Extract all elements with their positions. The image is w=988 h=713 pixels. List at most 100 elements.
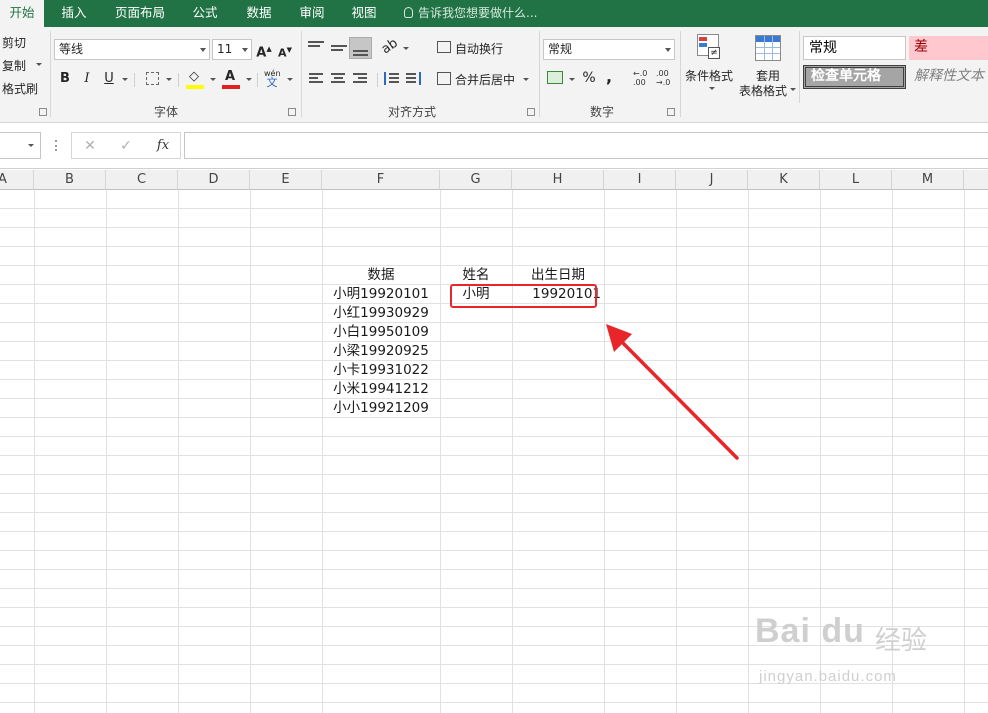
font-name-combo[interactable]: 等线 <box>54 39 210 60</box>
align-bottom-icon[interactable] <box>349 37 372 59</box>
decrease-indent-icon[interactable] <box>384 72 399 85</box>
number-format-combo[interactable]: 常规 <box>543 39 675 60</box>
decrease-decimal-button[interactable]: .00 →.0 <box>656 69 672 87</box>
align-center-icon[interactable] <box>331 73 345 83</box>
tell-me-search[interactable]: 告诉我您想要做什么... <box>404 0 537 27</box>
column-header-m[interactable]: M <box>892 170 964 190</box>
name-box[interactable] <box>0 132 41 159</box>
cell-f-value[interactable]: 小米19941212 <box>322 380 440 399</box>
cell-h-header[interactable]: 出生日期 <box>512 266 604 285</box>
style-normal[interactable]: 常规 <box>803 36 906 60</box>
style-bad[interactable]: 差 <box>909 36 988 60</box>
chevron-down-icon <box>665 48 671 52</box>
column-header-g[interactable]: G <box>440 170 512 190</box>
align-top-icon[interactable] <box>308 41 324 53</box>
bold-button[interactable]: B <box>58 69 72 89</box>
italic-button[interactable]: I <box>80 69 94 89</box>
style-check-cell[interactable]: 检查单元格 <box>803 65 906 89</box>
wrap-text-icon[interactable] <box>437 41 451 53</box>
conditional-formatting-button[interactable]: 条件格式 <box>685 67 733 84</box>
tab-view[interactable]: 视图 <box>342 0 386 27</box>
merge-center-icon[interactable] <box>437 72 451 85</box>
cell-f-value[interactable]: 小小19921209 <box>322 399 440 418</box>
alignment-launcher-icon[interactable] <box>527 108 535 116</box>
fill-color-icon[interactable]: ◇ <box>186 67 202 87</box>
underline-dropdown-icon[interactable] <box>122 78 128 81</box>
increase-font-icon[interactable]: A▲ <box>256 39 272 63</box>
number-launcher-icon[interactable] <box>667 108 675 116</box>
tab-formulas[interactable]: 公式 <box>182 0 228 27</box>
column-header-a[interactable]: A <box>0 170 34 190</box>
cell-f-value[interactable]: 小明19920101 <box>322 285 440 304</box>
gridline <box>0 208 988 209</box>
format-table-dropdown-icon[interactable] <box>790 88 796 91</box>
phonetic-dropdown-icon[interactable] <box>287 78 293 81</box>
font-color-icon[interactable]: A <box>222 67 238 87</box>
fill-dropdown-icon[interactable] <box>210 78 216 81</box>
cell-f-header[interactable]: 数据 <box>322 266 440 285</box>
underline-button[interactable]: U <box>102 69 116 89</box>
format-painter-button[interactable]: 格式刷 <box>2 80 38 97</box>
accounting-dropdown-icon[interactable] <box>569 78 575 81</box>
column-header-b[interactable]: B <box>34 170 106 190</box>
tab-insert[interactable]: 插入 <box>50 0 98 27</box>
align-middle-icon[interactable] <box>331 42 347 54</box>
decrease-font-icon[interactable]: A▼ <box>277 40 293 64</box>
cell-f-value[interactable]: 小白19950109 <box>322 323 440 342</box>
accounting-format-icon[interactable] <box>547 71 563 84</box>
font-launcher-icon[interactable] <box>288 108 296 116</box>
cell-f-value[interactable]: 小红19930929 <box>322 304 440 323</box>
column-header-h[interactable]: H <box>512 170 604 190</box>
merge-center-button[interactable]: 合并后居中 <box>455 71 515 88</box>
phonetic-guide-icon[interactable]: wén 文 <box>264 69 281 88</box>
cancel-icon[interactable]: ✕ <box>82 136 98 156</box>
cut-button[interactable]: 剪切 <box>2 34 26 51</box>
format-as-table-icon[interactable] <box>755 35 781 61</box>
column-header-e[interactable]: E <box>250 170 322 190</box>
column-header-n[interactable] <box>964 170 988 190</box>
align-right-icon[interactable] <box>353 73 367 83</box>
borders-icon[interactable] <box>146 72 159 85</box>
percent-button[interactable]: % <box>581 68 597 88</box>
orientation-dropdown-icon[interactable] <box>403 47 409 50</box>
gridline <box>178 190 179 713</box>
enter-icon[interactable]: ✓ <box>118 136 134 156</box>
cell-f-value[interactable]: 小卡19931022 <box>322 361 440 380</box>
cell-g-header[interactable]: 姓名 <box>440 266 512 285</box>
borders-dropdown-icon[interactable] <box>166 78 172 81</box>
merge-dropdown-icon[interactable] <box>523 78 529 81</box>
copy-dropdown-icon[interactable] <box>36 63 42 66</box>
conditional-dropdown-icon[interactable] <box>709 87 715 90</box>
column-header-j[interactable]: J <box>676 170 748 190</box>
copy-button[interactable]: 复制 <box>2 57 26 74</box>
column-header-c[interactable]: C <box>106 170 178 190</box>
style-explanatory[interactable]: 解释性文本 <box>909 65 988 89</box>
align-left-icon[interactable] <box>309 73 323 83</box>
cell-f-value[interactable]: 小梁19920925 <box>322 342 440 361</box>
column-header-i[interactable]: I <box>604 170 676 190</box>
comma-button[interactable]: , <box>603 67 615 87</box>
column-header-f[interactable]: F <box>322 170 440 190</box>
formula-input[interactable] <box>184 132 988 159</box>
font-color-dropdown-icon[interactable] <box>246 78 252 81</box>
increase-decimal-button[interactable]: ←.0 .00 <box>633 69 649 87</box>
conditional-formatting-icon[interactable]: ≠ <box>697 34 723 62</box>
column-header-l[interactable]: L <box>820 170 892 190</box>
gridline <box>0 455 988 456</box>
tab-page-layout[interactable]: 页面布局 <box>106 0 174 27</box>
format-as-table-label-2[interactable]: 表格格式 <box>739 82 787 99</box>
increase-indent-icon[interactable] <box>406 72 421 85</box>
insert-function-icon[interactable]: fx <box>154 136 172 156</box>
gridline <box>34 190 35 713</box>
font-size-combo[interactable]: 11 <box>212 39 252 60</box>
splitter-handle[interactable] <box>55 140 57 151</box>
tab-data[interactable]: 数据 <box>236 0 282 27</box>
watermark-text: 经验 <box>875 626 928 656</box>
tab-home[interactable]: 开始 <box>0 0 44 27</box>
column-header-k[interactable]: K <box>748 170 820 190</box>
clipboard-launcher-icon[interactable] <box>39 108 47 116</box>
orientation-icon[interactable]: ab <box>378 34 403 60</box>
wrap-text-button[interactable]: 自动换行 <box>455 40 503 57</box>
column-header-d[interactable]: D <box>178 170 250 190</box>
tab-review[interactable]: 审阅 <box>290 0 334 27</box>
